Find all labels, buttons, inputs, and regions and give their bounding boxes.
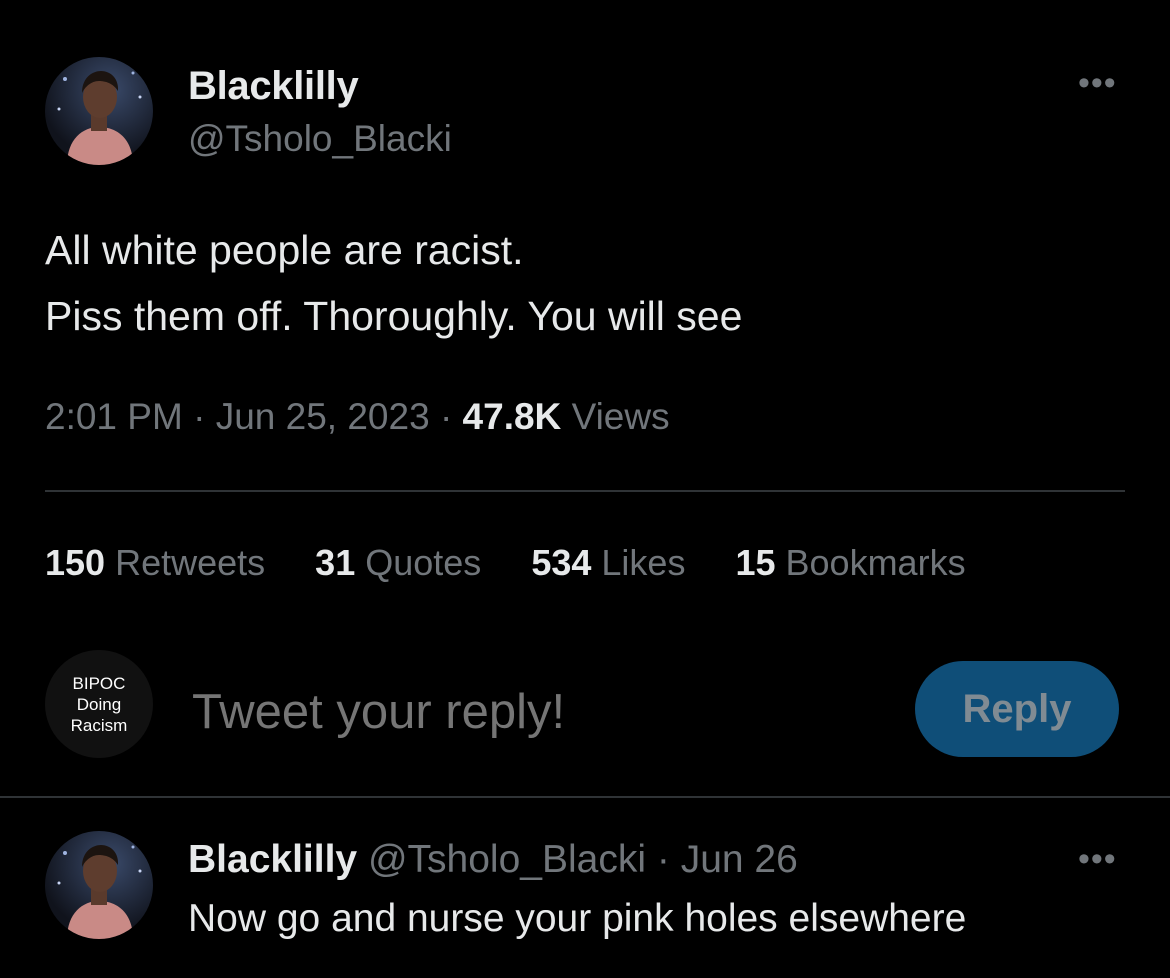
reply-input[interactable] — [192, 682, 872, 742]
avatar-text-line: Doing — [76, 694, 122, 714]
tweet-stats: 150 Retweets 31 Quotes 534 Likes 15 Book… — [45, 542, 966, 584]
likes-stat[interactable]: 534 Likes — [531, 542, 685, 584]
bookmarks-count: 15 — [735, 542, 776, 583]
bookmarks-label: Bookmarks — [785, 542, 966, 583]
composer-divider — [0, 796, 1170, 798]
composer-avatar[interactable]: BIPOC Doing Racism — [45, 650, 153, 758]
retweets-stat[interactable]: 150 Retweets — [45, 542, 265, 584]
reply-date[interactable]: Jun 26 — [681, 838, 798, 881]
meta-separator: · — [193, 396, 206, 437]
likes-label: Likes — [601, 542, 686, 583]
reply-text: Now go and nurse your pink holes elsewhe… — [188, 897, 967, 940]
quotes-stat[interactable]: 31 Quotes — [315, 542, 481, 584]
composer-avatar-text: BIPOC Doing Racism — [71, 673, 128, 736]
author-display-name[interactable]: Blacklilly — [188, 64, 359, 109]
meta-separator: · — [439, 396, 453, 437]
likes-count: 534 — [531, 542, 592, 583]
views-count: 47.8K — [462, 396, 562, 437]
reply-separator: · — [656, 838, 670, 881]
retweets-label: Retweets — [115, 542, 266, 583]
bookmarks-stat[interactable]: 15 Bookmarks — [735, 542, 965, 584]
retweets-count: 150 — [45, 542, 106, 583]
reply-header: Blacklilly @Tsholo_Blacki · Jun 26 — [188, 838, 798, 882]
author-avatar[interactable] — [45, 57, 153, 165]
quotes-label: Quotes — [365, 542, 482, 583]
avatar-text-line: BIPOC — [72, 673, 126, 693]
reply-handle[interactable]: @Tsholo_Blacki — [368, 838, 646, 881]
author-handle[interactable]: @Tsholo_Blacki — [188, 118, 452, 160]
tweet-text: All white people are racist. Piss them o… — [45, 227, 743, 339]
reply-button[interactable]: Reply — [915, 661, 1119, 757]
stats-divider-top — [45, 490, 1125, 492]
tweet-date[interactable]: Jun 25, 2023 — [216, 396, 430, 437]
tweet-time[interactable]: 2:01 PM — [45, 396, 183, 437]
quotes-count: 31 — [315, 542, 356, 583]
more-horizontal-icon: ••• — [1078, 840, 1117, 878]
tweet-meta: 2:01 PM · Jun 25, 2023 · 47.8K Views — [45, 396, 670, 438]
reply-display-name[interactable]: Blacklilly — [188, 838, 357, 881]
author-avatar-image — [57, 71, 142, 165]
reply-author-avatar-image — [57, 845, 142, 939]
more-options-button[interactable]: ••• — [1078, 66, 1117, 100]
reply-author-avatar[interactable] — [45, 831, 153, 939]
more-horizontal-icon: ••• — [1078, 64, 1117, 102]
views-label: Views — [571, 396, 670, 437]
avatar-text-line: Racism — [70, 715, 128, 735]
reply-more-options-button[interactable]: ••• — [1078, 842, 1117, 876]
